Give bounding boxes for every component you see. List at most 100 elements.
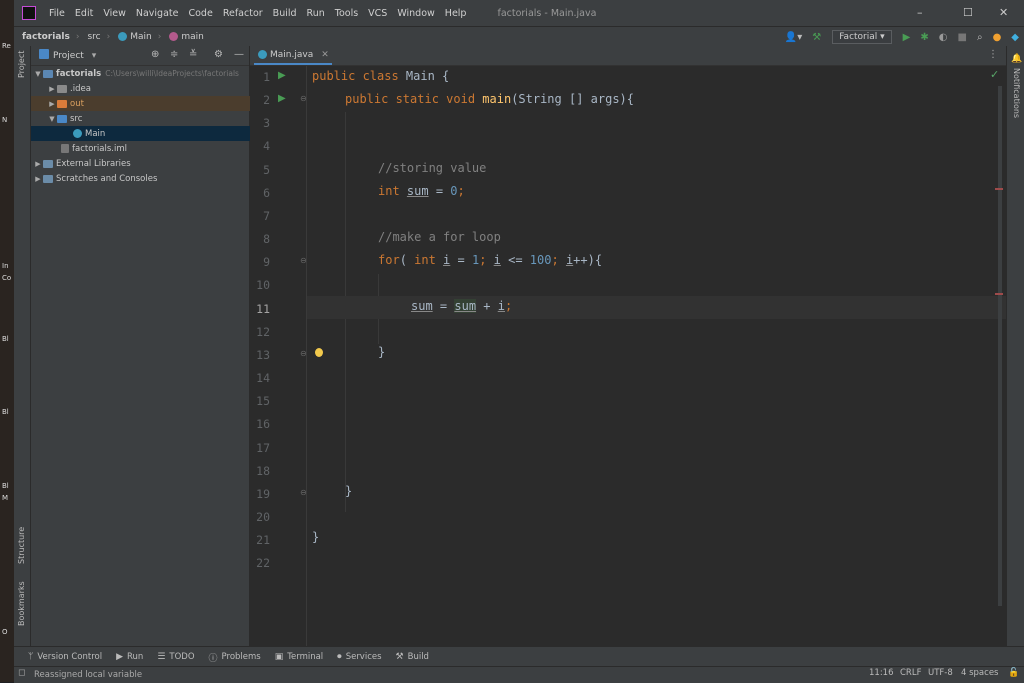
collapse-all-icon[interactable]: ≚ [189,49,197,60]
tree-item-iml[interactable]: factorials.iml [31,141,279,156]
debug-icon[interactable]: ✱ [920,32,928,43]
desktop-label: Bl [2,408,9,416]
indent-setting[interactable]: 4 spaces [961,668,998,678]
fold-icon[interactable]: ⊖ [300,256,307,265]
chevron-right-icon[interactable]: ▶ [33,160,43,168]
class-icon [118,32,128,41]
menu-edit[interactable]: Edit [75,8,93,19]
run-gutter-icon[interactable]: ▶ [278,93,286,104]
minimize-icon[interactable]: – [917,6,923,19]
version-control-tab[interactable]: ᛘ Version Control [28,652,102,662]
punct: ; [479,253,494,267]
fold-icon[interactable]: ⊖ [300,488,307,497]
tree-item-label: Scratches and Consoles [56,173,158,184]
tree-item-out[interactable]: ▶ out [31,96,265,111]
caret-position[interactable]: 11:16 [869,668,894,678]
chevron-down-icon[interactable]: ▼ [47,115,57,123]
tree-item-src[interactable]: ▼ src [31,111,265,126]
line-number: 8 [263,232,270,246]
chevron-right-icon[interactable]: ▶ [47,85,57,93]
menu-window[interactable]: Window [397,8,434,19]
services-icon: ⏺ [337,652,342,662]
update-icon[interactable]: ● [993,32,1002,43]
menu-view[interactable]: View [103,8,126,19]
project-panel-title[interactable]: Project [53,51,84,61]
chevron-right-icon[interactable]: ▶ [47,100,57,108]
menu-run[interactable]: Run [307,8,325,19]
operator: + [476,299,498,313]
code-line: int sum = 0; [307,181,1006,204]
problems-tab[interactable]: ⓘ Problems [209,651,261,664]
hide-icon[interactable]: — [234,49,244,60]
menu-help[interactable]: Help [445,8,467,19]
stop-icon[interactable]: ■ [958,32,967,43]
breadcrumb-main-method[interactable]: main [169,32,204,42]
structure-tool-tab[interactable]: Structure [17,527,26,564]
right-tool-strip: 🔔 Notifications [1006,46,1024,662]
tree-item-idea[interactable]: ▶ .idea [31,81,265,96]
code-text: int sum = 0; [378,184,465,198]
chevron-down-icon[interactable]: ▼ [33,70,43,78]
expand-all-icon[interactable]: ≑ [170,49,178,60]
notifications-tool-tab[interactable]: Notifications [1012,68,1021,118]
hammer-icon: ⚒ [395,652,404,662]
search-icon[interactable]: ⌕ [977,32,983,43]
breadcrumb-src[interactable]: src [87,32,100,42]
tree-item-external-libraries[interactable]: ▶ External Libraries [31,156,251,171]
code-area[interactable]: public class Main { public static void m… [307,66,1006,646]
scroll-marker[interactable] [995,188,1003,190]
fold-icon[interactable]: ⊖ [300,94,307,103]
bookmarks-tool-tab[interactable]: Bookmarks [17,581,26,626]
menu-build[interactable]: Build [273,8,297,19]
line-separator[interactable]: CRLF [900,668,921,678]
run-tab[interactable]: ▶ Run [116,652,143,662]
no-problems-check-icon[interactable]: ✓ [990,68,999,81]
coverage-icon[interactable]: ◐ [939,32,948,43]
maximize-icon[interactable]: ☐ [963,6,973,19]
run-icon[interactable]: ▶ [903,32,911,43]
terminal-tab[interactable]: ▣ Terminal [275,652,323,662]
tab-main-java[interactable]: Main.java ✕ [254,46,332,65]
close-tab-icon[interactable]: ✕ [321,50,329,60]
menu-code[interactable]: Code [188,8,212,19]
navigation-bar: factorials › src › Main › main 👤▾ ⚒ Fact… [14,26,1024,47]
hammer-icon[interactable]: ⚒ [812,32,821,43]
file-encoding[interactable]: UTF-8 [928,668,953,678]
build-tab[interactable]: ⚒ Build [396,652,429,662]
gear-icon[interactable]: ⚙ [214,49,223,60]
lightbulb-icon[interactable] [315,348,323,357]
run-configuration-select[interactable]: Factorial ▾ [832,30,892,44]
menu-tools[interactable]: Tools [335,8,358,19]
scroll-marker[interactable] [995,293,1003,295]
menu-file[interactable]: File [49,8,65,19]
breadcrumb-main-class[interactable]: Main [118,32,152,42]
tree-item-factorials[interactable]: ▼ factorials C:\Users\willi\IdeaProjects… [31,66,251,81]
locate-icon[interactable]: ⊕ [151,49,159,60]
code-line: public class Main { [307,66,1006,89]
menu-refactor[interactable]: Refactor [223,8,263,19]
services-tab[interactable]: ⏺ Services [337,652,381,662]
chevron-right-icon[interactable]: ▶ [33,175,43,183]
status-square-icon[interactable]: ◻ [18,668,25,678]
more-icon[interactable]: ⋮ [988,49,998,60]
plugin-icon[interactable]: ◆ [1011,32,1019,43]
breadcrumb-project[interactable]: factorials [22,32,70,42]
desktop-edge: Re N In Co Bl Bl Bl M O [0,0,14,682]
project-panel-header: Project ▾ ⊕ ≑ ≚ ⚙ — [31,46,249,66]
variable: i [493,253,501,267]
breadcrumb-main-class-label: Main [130,32,152,42]
terminal-icon: ▣ [274,652,284,662]
project-tool-tab[interactable]: Project [17,51,26,78]
scrollbar[interactable] [998,86,1002,606]
tree-item-scratches[interactable]: ▶ Scratches and Consoles [31,171,251,186]
user-icon[interactable]: 👤▾ [785,32,802,43]
close-icon[interactable]: ✕ [999,6,1008,19]
run-gutter-icon[interactable]: ▶ [278,70,286,81]
todo-tab[interactable]: ☰ TODO [157,652,194,662]
chevron-down-icon[interactable]: ▾ [92,51,97,61]
menu-vcs[interactable]: VCS [368,8,387,19]
fold-icon[interactable]: ⊖ [300,349,307,358]
lock-icon[interactable]: 🔓 [1008,668,1019,678]
notifications-bell-icon[interactable]: 🔔 [1011,54,1022,64]
menu-navigate[interactable]: Navigate [136,8,179,19]
